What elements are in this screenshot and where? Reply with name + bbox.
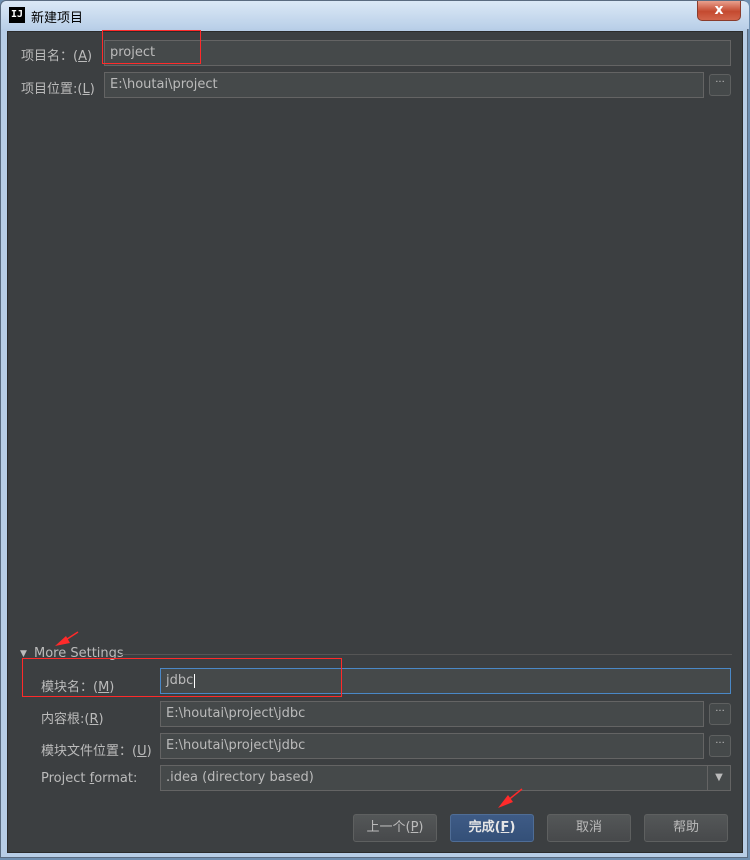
annotation-arrow-more-settings [55, 631, 79, 646]
annotation-arrows [55, 631, 523, 808]
annotation-arrow-finish [498, 788, 523, 808]
